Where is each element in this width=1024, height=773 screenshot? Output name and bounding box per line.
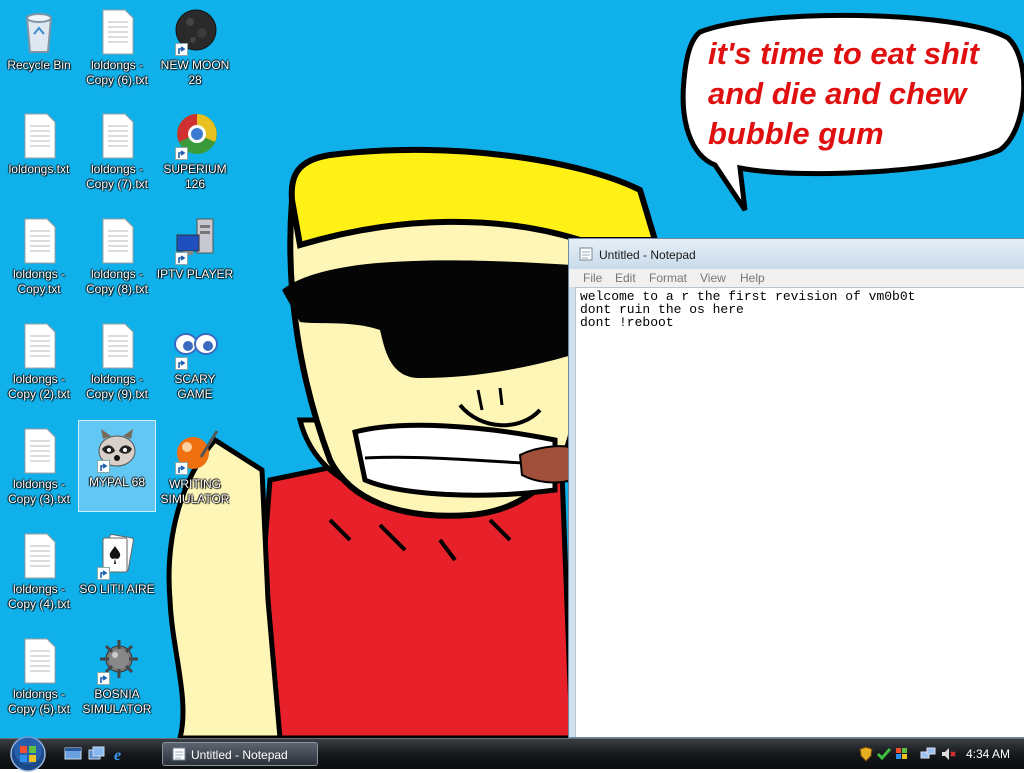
icon-label: loldongs - Copy (7).txt — [85, 162, 148, 191]
icon-label: loldongs.txt — [8, 162, 70, 176]
loldongs-copy-4-txt-icon[interactable]: loldongs - Copy (4).txt — [0, 528, 78, 620]
checkmark-icon[interactable] — [876, 746, 892, 762]
icon-label: SO LIT!! AIRE — [79, 582, 155, 596]
menu-help[interactable]: Help — [740, 271, 765, 285]
icon-label: loldongs - Copy (2).txt — [7, 372, 70, 401]
windows-flag-icon[interactable] — [894, 746, 910, 762]
volume-muted-icon[interactable] — [940, 746, 956, 762]
loldongs-copy-2-txt-icon[interactable]: loldongs - Copy (2).txt — [0, 318, 78, 410]
text-file-icon — [15, 532, 63, 580]
svg-text:e: e — [114, 747, 121, 762]
icon-label: loldongs - Copy (8).txt — [85, 267, 148, 296]
text-file-icon — [93, 112, 141, 160]
iptv-player-desktop-icon[interactable]: IPTV PLAYER — [156, 213, 234, 305]
computer-network-icon — [171, 217, 219, 265]
new-moon-desktop-icon[interactable]: NEW MOON 28 — [156, 4, 234, 96]
notepad-window[interactable]: Untitled - Notepad File Edit Format View… — [568, 238, 1024, 738]
text-file-icon — [93, 8, 141, 56]
googly-eyes-icon — [171, 322, 219, 370]
notepad-titlebar[interactable]: Untitled - Notepad — [569, 239, 1024, 269]
shortcut-arrow-icon — [175, 43, 188, 56]
icon-label: loldongs - Copy (3).txt — [7, 477, 70, 506]
text-file-icon — [15, 217, 63, 265]
notepad-text-area[interactable]: welcome to a r the first revision of vm0… — [575, 287, 1024, 737]
shortcut-arrow-icon — [175, 147, 188, 160]
superium-desktop-icon[interactable]: SUPERIUM 126 — [156, 108, 234, 200]
loldongs-copy-3-txt-icon[interactable]: loldongs - Copy (3).txt — [0, 423, 78, 515]
clock[interactable]: 4:34 AM — [966, 747, 1010, 761]
start-button[interactable] — [8, 735, 48, 773]
internet-explorer-icon[interactable]: e — [112, 746, 130, 762]
menu-format[interactable]: Format — [649, 271, 687, 285]
icon-label: MYPAL 68 — [88, 475, 146, 489]
network-icon[interactable] — [920, 746, 936, 762]
loldongs-copy-txt-icon[interactable]: loldongs - Copy.txt — [0, 213, 78, 305]
text-file-icon — [15, 637, 63, 685]
scary-game-desktop-icon[interactable]: SCARY GAME — [156, 318, 234, 410]
icon-label: IPTV PLAYER — [156, 267, 234, 281]
speech-line: and die and chew — [708, 76, 967, 111]
show-desktop-icon[interactable] — [64, 746, 82, 762]
spiked-mine-icon — [93, 637, 141, 685]
text-file-icon — [15, 322, 63, 370]
shortcut-arrow-icon — [175, 357, 188, 370]
text-line: dont !reboot — [580, 315, 674, 330]
icon-label: Recycle Bin — [7, 58, 71, 72]
loldongs-copy-5-txt-icon[interactable]: loldongs - Copy (5).txt — [0, 633, 78, 725]
icon-label: loldongs - Copy (6).txt — [85, 58, 148, 87]
icon-label: SCARY GAME — [174, 372, 216, 401]
taskbar-button-label: Untitled - Notepad — [191, 748, 288, 762]
taskbar: e Untitled - Notepad 4:34 AM — [0, 736, 1024, 772]
recycle-bin-icon — [15, 8, 63, 56]
text-file-icon — [93, 322, 141, 370]
playing-cards-icon — [93, 532, 141, 580]
security-shield-icon[interactable] — [858, 746, 874, 762]
switch-windows-icon[interactable] — [88, 746, 106, 762]
mypal-68-desktop-icon[interactable]: MYPAL 68 — [78, 420, 156, 512]
icon-label: SUPERIUM 126 — [163, 162, 227, 191]
moon-icon — [171, 8, 219, 56]
writing-simulator-desktop-icon[interactable]: WRITING SIMULATOR — [156, 423, 234, 515]
loldongs-copy-8-txt-icon[interactable]: loldongs - Copy (8).txt — [78, 213, 156, 305]
loldongs-txt-icon[interactable]: loldongs.txt — [0, 108, 78, 200]
shortcut-arrow-icon — [97, 567, 110, 580]
menu-file[interactable]: File — [583, 271, 602, 285]
bosnia-simulator-desktop-icon[interactable]: BOSNIA SIMULATOR — [78, 633, 156, 725]
notepad-app-icon — [579, 247, 593, 261]
speech-bubble-text: it's time to eat shit and die and chew b… — [708, 34, 998, 154]
raccoon-icon — [93, 425, 141, 473]
menu-edit[interactable]: Edit — [615, 271, 636, 285]
speech-line: bubble gum — [708, 116, 884, 151]
desktop[interactable]: it's time to eat shit and die and chew b… — [0, 0, 1024, 738]
icon-label: WRITING SIMULATOR — [160, 477, 230, 506]
icon-label: loldongs - Copy (9).txt — [85, 372, 148, 401]
icon-label: BOSNIA SIMULATOR — [82, 687, 152, 716]
text-file-icon — [15, 427, 63, 475]
text-file-icon — [93, 217, 141, 265]
loldongs-copy-6-txt-icon[interactable]: loldongs - Copy (6).txt — [78, 4, 156, 96]
menu-view[interactable]: View — [700, 271, 726, 285]
shortcut-arrow-icon — [175, 462, 188, 475]
paint-brush-ball-icon — [171, 427, 219, 475]
icon-label: loldongs - Copy.txt — [12, 267, 66, 296]
taskbar-button-notepad[interactable]: Untitled - Notepad — [162, 742, 318, 766]
notepad-app-icon — [172, 747, 186, 761]
loldongs-copy-7-txt-icon[interactable]: loldongs - Copy (7).txt — [78, 108, 156, 200]
shortcut-arrow-icon — [97, 672, 110, 685]
solitaire-desktop-icon[interactable]: SO LIT!! AIRE — [78, 528, 156, 620]
shortcut-arrow-icon — [175, 252, 188, 265]
icon-label: loldongs - Copy (5).txt — [7, 687, 70, 716]
shortcut-arrow-icon — [97, 460, 110, 473]
notepad-title: Untitled - Notepad — [599, 248, 696, 262]
icon-label: NEW MOON 28 — [160, 58, 230, 87]
globe-icon — [171, 112, 219, 160]
loldongs-copy-9-txt-icon[interactable]: loldongs - Copy (9).txt — [78, 318, 156, 410]
icon-label: loldongs - Copy (4).txt — [7, 582, 70, 611]
notepad-menubar: File Edit Format View Help — [569, 269, 1024, 288]
recycle-bin-desktop-icon[interactable]: Recycle Bin — [0, 4, 78, 96]
text-file-icon — [15, 112, 63, 160]
speech-line: it's time to eat shit — [708, 36, 979, 71]
